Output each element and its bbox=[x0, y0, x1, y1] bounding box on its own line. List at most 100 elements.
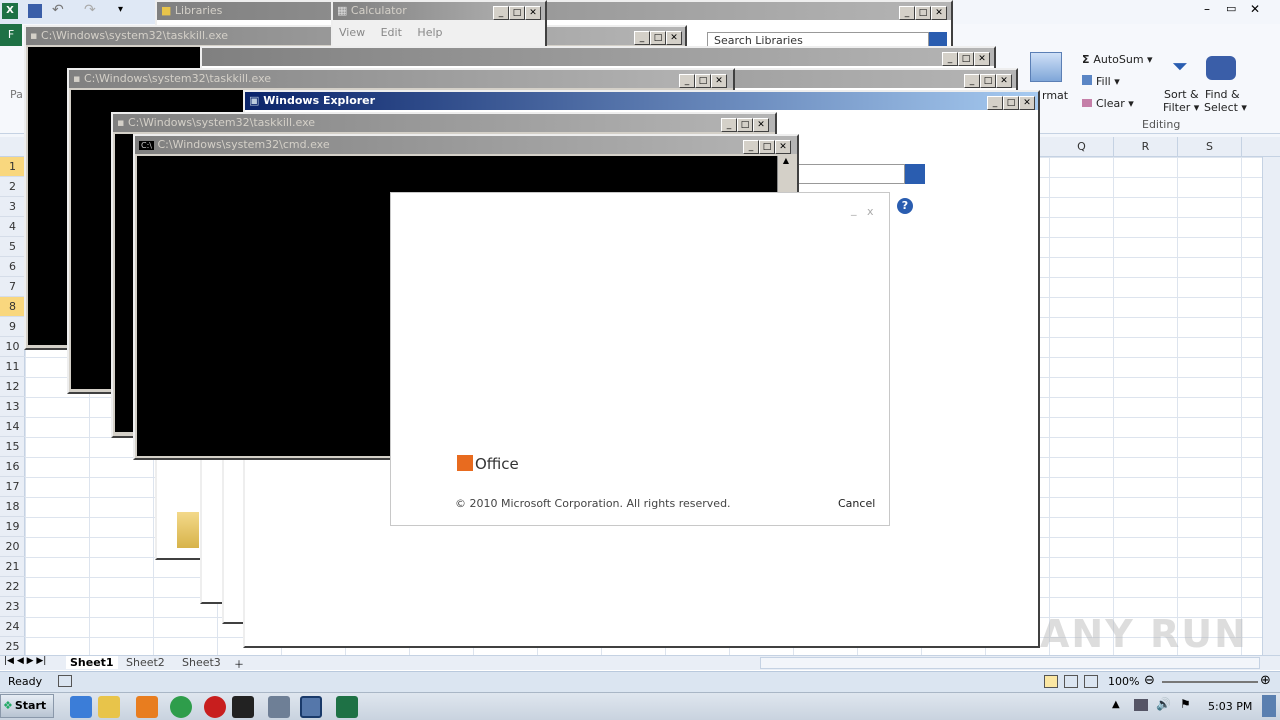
taskkill-titlebar-2[interactable]: ▪ C:\Windows\system32\taskkill.exe bbox=[69, 70, 733, 88]
media-player-icon[interactable] bbox=[136, 696, 158, 718]
minimize-button[interactable]: _ bbox=[743, 140, 759, 154]
format-icon[interactable] bbox=[1030, 52, 1062, 82]
close-button[interactable]: ✕ bbox=[711, 74, 727, 88]
explorer-titlebar[interactable]: ▣ Windows Explorer bbox=[245, 92, 1038, 110]
column-header[interactable]: S bbox=[1178, 137, 1242, 157]
menu-view[interactable]: View bbox=[339, 26, 365, 39]
libraries-titlebar[interactable]: ■ Libraries bbox=[157, 2, 951, 20]
minimize-button[interactable]: _ bbox=[987, 96, 1003, 110]
calculator-taskbar-icon[interactable] bbox=[300, 696, 322, 718]
page-break-icon[interactable] bbox=[1084, 675, 1098, 688]
minimize-icon[interactable]: – bbox=[1204, 2, 1210, 16]
horizontal-scrollbar[interactable] bbox=[760, 657, 1260, 669]
binoculars-icon[interactable] bbox=[1206, 56, 1236, 80]
zoom-in-icon[interactable]: ⊕ bbox=[1260, 673, 1271, 688]
row-header[interactable]: 18 bbox=[0, 497, 25, 517]
cancel-button[interactable]: Cancel bbox=[838, 497, 875, 510]
maximize-button[interactable]: □ bbox=[509, 6, 525, 20]
minimize-button[interactable]: _ bbox=[899, 6, 915, 20]
start-button[interactable]: ❖ Start bbox=[0, 694, 54, 718]
close-button[interactable]: ✕ bbox=[1019, 96, 1035, 110]
row-header[interactable]: 14 bbox=[0, 417, 25, 437]
close-button[interactable]: ✕ bbox=[666, 31, 682, 45]
row-header[interactable]: 21 bbox=[0, 557, 25, 577]
excel-taskbar-icon[interactable] bbox=[336, 696, 358, 718]
maximize-button[interactable]: □ bbox=[650, 31, 666, 45]
cmd-titlebar[interactable]: C:\ C:\Windows\system32\cmd.exe bbox=[135, 136, 797, 154]
menu-edit[interactable]: Edit bbox=[381, 26, 402, 39]
insert-sheet-icon[interactable]: ＋ bbox=[234, 656, 244, 671]
autosum-button[interactable]: Σ AutoSum ▾ bbox=[1082, 53, 1153, 66]
row-header[interactable]: 1 bbox=[0, 157, 25, 177]
ie-icon[interactable] bbox=[70, 696, 92, 718]
minimize-button[interactable]: _ bbox=[634, 31, 650, 45]
row-header[interactable]: 17 bbox=[0, 477, 25, 497]
maximize-button[interactable]: □ bbox=[759, 140, 775, 154]
splash-close-icon[interactable]: x bbox=[867, 205, 874, 218]
taskkill-titlebar-3[interactable]: ▪ C:\Windows\system32\taskkill.exe bbox=[113, 114, 775, 132]
row-header[interactable]: 25 bbox=[0, 637, 25, 657]
row-header[interactable]: 10 bbox=[0, 337, 25, 357]
row-header[interactable]: 22 bbox=[0, 577, 25, 597]
minimize-button[interactable]: _ bbox=[721, 118, 737, 132]
customize-qat-icon[interactable]: ▾ bbox=[118, 4, 123, 15]
window-taskbar-icon[interactable] bbox=[268, 696, 290, 718]
redo-icon[interactable]: ↷ bbox=[84, 2, 96, 18]
minimize-button[interactable]: _ bbox=[942, 52, 958, 66]
row-header[interactable]: 24 bbox=[0, 617, 25, 637]
row-header[interactable]: 9 bbox=[0, 317, 25, 337]
row-header[interactable]: 8 bbox=[0, 297, 25, 317]
maximize-button[interactable]: □ bbox=[737, 118, 753, 132]
close-button[interactable]: ✕ bbox=[775, 140, 791, 154]
clear-button[interactable]: Clear ▾ bbox=[1082, 97, 1134, 110]
clock[interactable]: 5:03 PM bbox=[1208, 700, 1252, 713]
zoom-slider[interactable] bbox=[1162, 681, 1258, 683]
row-header[interactable]: 16 bbox=[0, 457, 25, 477]
tab-file[interactable]: F bbox=[0, 24, 22, 46]
row-header[interactable]: 15 bbox=[0, 437, 25, 457]
menu-help[interactable]: Help bbox=[417, 26, 442, 39]
zoom-level[interactable]: 100% bbox=[1108, 675, 1139, 688]
excel-icon[interactable]: X bbox=[2, 3, 18, 19]
maximize-button[interactable]: □ bbox=[980, 74, 996, 88]
column-header[interactable]: R bbox=[1114, 137, 1178, 157]
cmd-taskbar-icon[interactable] bbox=[232, 696, 254, 718]
show-desktop-button[interactable] bbox=[1262, 695, 1276, 717]
row-header[interactable]: 13 bbox=[0, 397, 25, 417]
stacked-titlebar-a[interactable] bbox=[202, 48, 994, 66]
explorer-search-icon[interactable] bbox=[905, 164, 925, 184]
sheet-tab-2[interactable]: Sheet2 bbox=[126, 656, 165, 669]
restore-icon[interactable]: ▭ bbox=[1226, 2, 1236, 15]
maximize-button[interactable]: □ bbox=[915, 6, 931, 20]
close-button[interactable]: ✕ bbox=[525, 6, 541, 20]
close-button[interactable]: ✕ bbox=[996, 74, 1012, 88]
row-header[interactable]: 12 bbox=[0, 377, 25, 397]
undo-icon[interactable]: ↶ bbox=[52, 2, 64, 18]
close-button[interactable]: ✕ bbox=[974, 52, 990, 66]
sheet-nav-icon[interactable]: |◀ ◀ ▶ ▶| bbox=[4, 656, 46, 666]
save-icon[interactable] bbox=[28, 4, 42, 18]
splash-minimize-icon[interactable]: _ bbox=[851, 203, 857, 216]
row-header[interactable]: 5 bbox=[0, 237, 25, 257]
chrome-icon[interactable] bbox=[170, 696, 192, 718]
maximize-button[interactable]: □ bbox=[958, 52, 974, 66]
explorer-taskbar-icon[interactable] bbox=[98, 696, 120, 718]
row-header[interactable]: 20 bbox=[0, 537, 25, 557]
tray-volume-icon[interactable]: 🔊 bbox=[1156, 697, 1171, 711]
row-header[interactable]: 3 bbox=[0, 197, 25, 217]
tray-flag-icon[interactable]: ⚑ bbox=[1180, 697, 1191, 711]
vertical-scrollbar[interactable] bbox=[1262, 157, 1280, 655]
zoom-out-icon[interactable]: ⊖ bbox=[1144, 673, 1155, 688]
minimize-button[interactable]: _ bbox=[964, 74, 980, 88]
scroll-up-icon[interactable]: ▲ bbox=[779, 156, 793, 170]
macro-icon[interactable] bbox=[58, 675, 72, 687]
minimize-button[interactable]: _ bbox=[493, 6, 509, 20]
explorer-help-icon[interactable]: ? bbox=[897, 198, 913, 214]
maximize-button[interactable]: □ bbox=[1003, 96, 1019, 110]
row-header[interactable]: 11 bbox=[0, 357, 25, 377]
normal-view-icon[interactable] bbox=[1044, 675, 1058, 688]
close-button[interactable]: ✕ bbox=[931, 6, 947, 20]
sheet-tab-1[interactable]: Sheet1 bbox=[66, 656, 118, 669]
maximize-button[interactable]: □ bbox=[695, 74, 711, 88]
row-header[interactable]: 23 bbox=[0, 597, 25, 617]
